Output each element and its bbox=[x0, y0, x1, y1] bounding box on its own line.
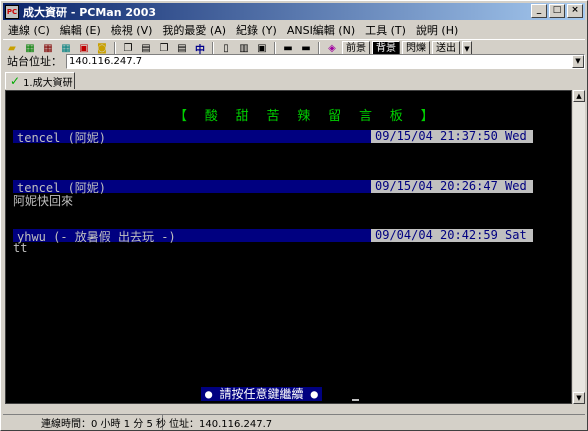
board-heading: 【 酸 甜 苦 辣 留 言 板 】 bbox=[174, 109, 439, 124]
menu-ansi-edit[interactable]: ANSI編輯 (N) bbox=[282, 22, 360, 38]
message-body: tt bbox=[13, 241, 28, 255]
message-author: tencel (阿妮) bbox=[17, 131, 107, 145]
address-value: 140.116.247.7 bbox=[69, 55, 143, 67]
message-header: yhwu (- 放暑假 出去玩 -) 09/04/04 20:42:59 Sat bbox=[13, 229, 533, 244]
minimize-icon[interactable]: _ bbox=[531, 4, 547, 18]
address-label: 站台位址： bbox=[7, 55, 62, 68]
pcman-window: PC 成大資研 - PCMan 2003 _ □ × 連線 (C) 編輯 (E)… bbox=[0, 0, 588, 431]
message-body: 阿妮快回來 bbox=[13, 194, 74, 208]
message-author: yhwu (- 放暑假 出去玩 -) bbox=[17, 230, 176, 244]
menu-connect[interactable]: 連線 (C) bbox=[3, 22, 55, 38]
address-bar: 站台位址： 140.116.247.7 ▼ bbox=[3, 52, 585, 70]
message-date: 09/15/04 20:26:47 Wed bbox=[371, 180, 533, 193]
title-bar[interactable]: PC 成大資研 - PCMan 2003 _ □ × bbox=[3, 3, 585, 20]
status-address: 位址：140.116.247.7 bbox=[169, 419, 273, 430]
menu-favorites[interactable]: 我的最愛 (A) bbox=[157, 22, 231, 38]
check-icon: ✓ bbox=[10, 74, 21, 88]
message-date: 09/15/04 21:37:50 Wed bbox=[371, 130, 533, 143]
window-title: 成大資研 - PCMan 2003 bbox=[23, 5, 157, 19]
close-icon[interactable]: × bbox=[567, 4, 583, 18]
app-icon[interactable]: PC bbox=[5, 4, 19, 19]
menu-edit[interactable]: 編輯 (E) bbox=[55, 22, 106, 38]
menu-history[interactable]: 紀錄 (Y) bbox=[231, 22, 282, 38]
terminal-screen[interactable]: 【 酸 甜 苦 辣 留 言 板 】 tencel (阿妮) 09/15/04 2… bbox=[5, 90, 572, 404]
tab-connection[interactable]: ✓ 1.成大資研 bbox=[5, 72, 75, 89]
menu-bar: 連線 (C) 編輯 (E) 檢視 (V) 我的最愛 (A) 紀錄 (Y) ANS… bbox=[3, 21, 585, 38]
address-input[interactable]: 140.116.247.7 ▼ bbox=[66, 53, 585, 69]
message-header: tencel (阿妮) 09/15/04 20:26:47 Wed bbox=[13, 180, 533, 195]
continue-prompt: ● 請按任意鍵繼續 ● bbox=[201, 387, 322, 401]
message-header: tencel (阿妮) 09/15/04 21:37:50 Wed bbox=[13, 130, 533, 145]
address-dropdown-icon[interactable]: ▼ bbox=[572, 54, 584, 68]
connection-time: 連線時間：0 小時 1 分 5 秒 bbox=[3, 415, 166, 430]
tab-label: 1.成大資研 bbox=[23, 77, 73, 89]
menu-tools[interactable]: 工具 (T) bbox=[360, 22, 411, 38]
text-cursor bbox=[352, 399, 359, 401]
scroll-up-icon[interactable]: ▲ bbox=[573, 90, 585, 102]
vertical-scrollbar[interactable]: ▲ ▼ bbox=[573, 90, 585, 404]
scroll-down-icon[interactable]: ▼ bbox=[573, 392, 585, 404]
maximize-icon[interactable]: □ bbox=[549, 4, 565, 18]
menu-help[interactable]: 說明 (H) bbox=[411, 22, 463, 38]
status-bar: 連線時間：0 小時 1 分 5 秒 位址：140.116.247.7 bbox=[3, 414, 585, 430]
message-date: 09/04/04 20:42:59 Sat bbox=[371, 229, 533, 242]
tab-strip: ✓ 1.成大資研 bbox=[3, 72, 585, 89]
menu-view[interactable]: 檢視 (V) bbox=[106, 22, 158, 38]
